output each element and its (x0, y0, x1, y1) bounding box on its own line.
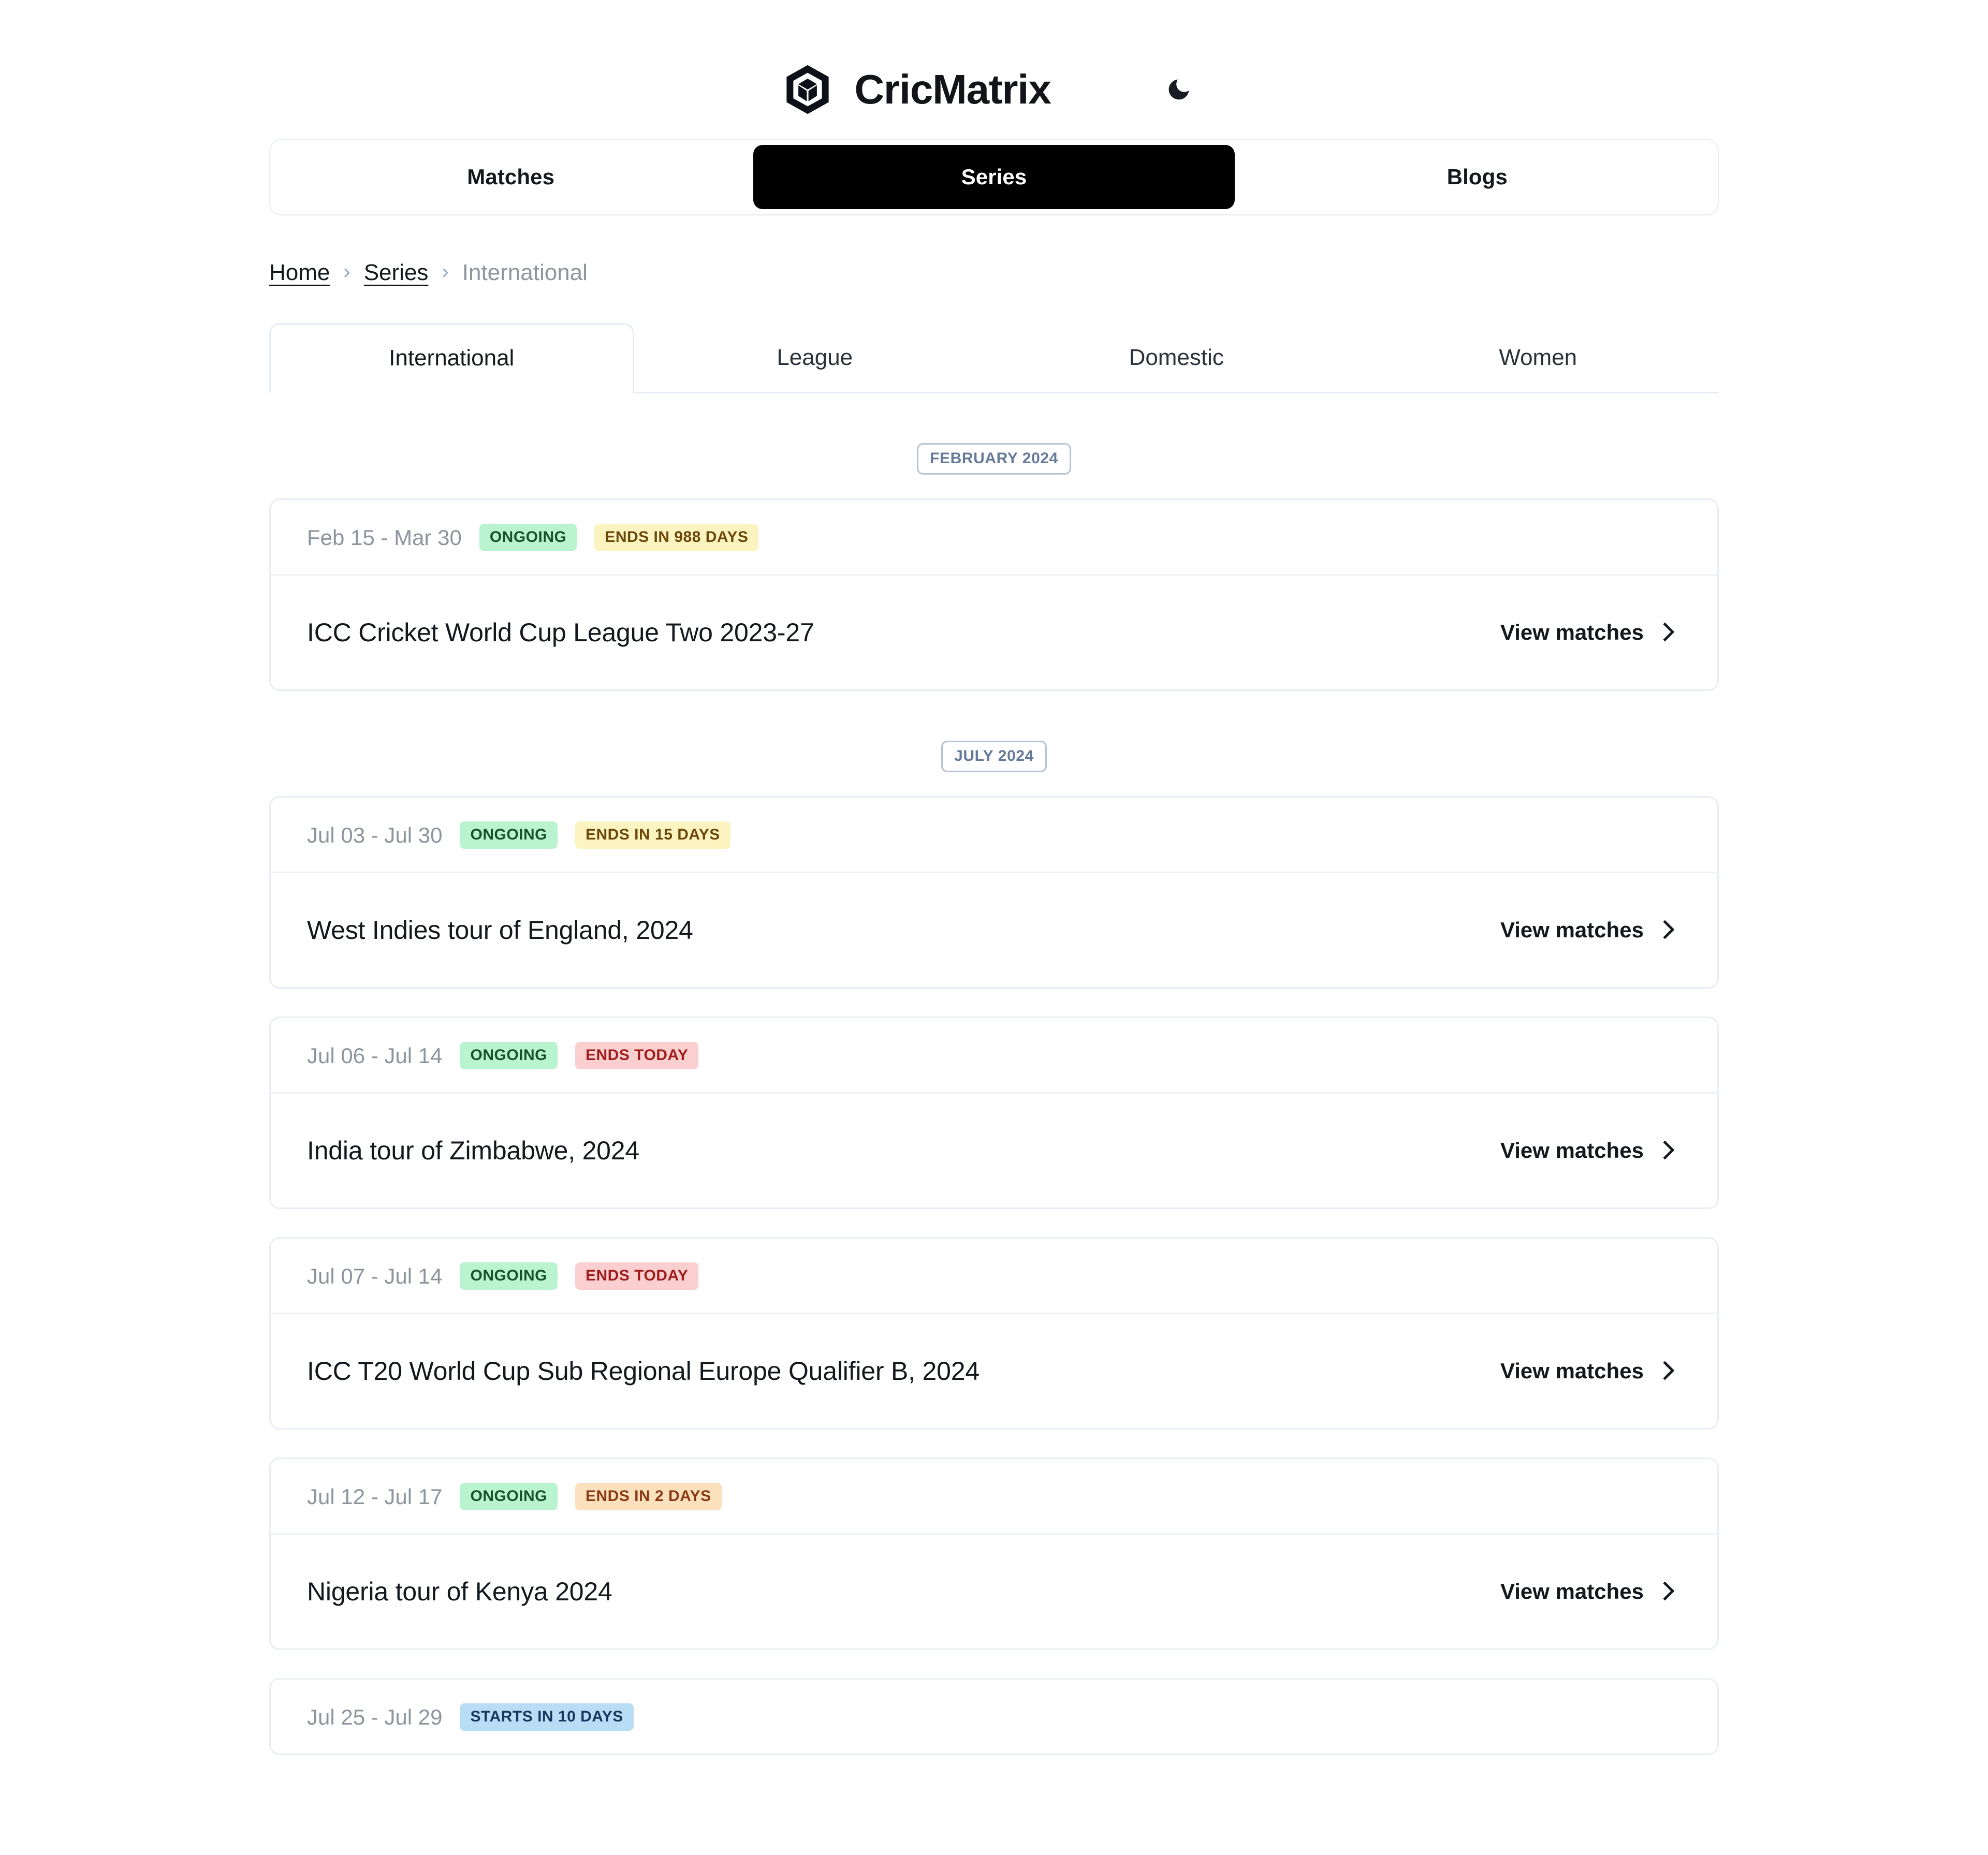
page-root: CricMatrix Matches Series Blogs Home › S… (0, 0, 1988, 1855)
view-matches-label: View matches (1500, 620, 1644, 644)
series-title: Nigeria tour of Kenya 2024 (307, 1577, 612, 1606)
series-date-range: Feb 15 - Mar 30 (307, 525, 462, 550)
series-card-header: Jul 06 - Jul 14 ONGOING ENDS TODAY (271, 1018, 1717, 1094)
site-header: CricMatrix (0, 0, 1988, 139)
cube-logo-icon (781, 63, 835, 116)
chevron-right-icon (1655, 1140, 1675, 1159)
series-card[interactable]: Jul 12 - Jul 17 ONGOING ENDS IN 2 DAYS Nige… (269, 1458, 1719, 1650)
status-badge: ENDS TODAY (575, 1262, 699, 1290)
series-date-range: Jul 25 - Jul 29 (307, 1704, 443, 1729)
series-card-body: West Indies tour of England, 2024 View ma… (271, 873, 1717, 987)
view-matches-button[interactable]: View matches (1500, 918, 1681, 943)
view-matches-label: View matches (1500, 1359, 1644, 1383)
status-badge: ENDS TODAY (575, 1042, 699, 1069)
series-card-body: ICC T20 World Cup Sub Regional Europe Qu… (271, 1314, 1717, 1428)
month-separator: JULY 2024 (269, 741, 1719, 772)
series-title: West Indies tour of England, 2024 (307, 916, 693, 945)
tab-domestic[interactable]: Domestic (996, 323, 1357, 392)
series-card[interactable]: Jul 03 - Jul 30 ONGOING ENDS IN 15 DAYS Wes… (269, 796, 1719, 989)
breadcrumb-item-home[interactable]: Home (269, 260, 330, 286)
status-badge: ONGOING (460, 1262, 558, 1290)
series-card[interactable]: Feb 15 - Mar 30 ONGOING ENDS IN 988 DAYS IC… (269, 498, 1719, 691)
series-card-header: Jul 03 - Jul 30 ONGOING ENDS IN 15 DAYS (271, 798, 1717, 873)
nav-tab-series[interactable]: Series (753, 145, 1235, 209)
series-card-header: Jul 07 - Jul 14 ONGOING ENDS TODAY (271, 1239, 1717, 1314)
series-card[interactable]: Jul 07 - Jul 14 ONGOING ENDS TODAY ICC T20 … (269, 1237, 1719, 1430)
breadcrumb-separator-icon: › (442, 260, 449, 283)
category-tabs: International League Domestic Women (269, 323, 1719, 393)
series-card-body: India tour of Zimbabwe, 2024 View matches (271, 1094, 1717, 1208)
status-badge: ENDS IN 988 DAYS (594, 524, 759, 551)
series-card-body: ICC Cricket World Cup League Two 2023-27… (271, 576, 1717, 689)
month-badge: FEBRUARY 2024 (917, 443, 1071, 475)
chevron-right-icon (1655, 622, 1675, 641)
breadcrumb-item-international: International (462, 260, 588, 285)
status-badge: ONGOING (460, 821, 558, 849)
series-card[interactable]: Jul 06 - Jul 14 ONGOING ENDS TODAY India to… (269, 1017, 1719, 1209)
tab-international[interactable]: International (269, 323, 634, 393)
chevron-right-icon (1655, 1361, 1675, 1380)
status-badge: ENDS IN 15 DAYS (575, 821, 730, 849)
brand[interactable]: CricMatrix (781, 63, 1051, 116)
month-badge: JULY 2024 (941, 741, 1047, 772)
series-title: ICC T20 World Cup Sub Regional Europe Qu… (307, 1357, 980, 1386)
primary-nav: Matches Series Blogs (269, 139, 1719, 215)
brand-name: CricMatrix (854, 66, 1051, 112)
moon-icon (1165, 76, 1192, 103)
series-card-body: Nigeria tour of Kenya 2024 View matches (271, 1535, 1717, 1648)
series-card[interactable]: Jul 25 - Jul 29 STARTS IN 10 DAYS (269, 1678, 1719, 1755)
month-separator: FEBRUARY 2024 (269, 443, 1719, 475)
breadcrumb-item-series[interactable]: Series (364, 260, 429, 286)
nav-tab-matches[interactable]: Matches (270, 140, 751, 214)
chevron-right-icon (1655, 920, 1675, 939)
view-matches-button[interactable]: View matches (1500, 1579, 1681, 1604)
series-card-header: Jul 12 - Jul 17 ONGOING ENDS IN 2 DAYS (271, 1459, 1717, 1535)
view-matches-button[interactable]: View matches (1500, 1138, 1681, 1163)
view-matches-label: View matches (1500, 918, 1644, 942)
status-badge: ONGOING (460, 1042, 558, 1069)
nav-tab-blogs[interactable]: Blogs (1237, 140, 1718, 214)
status-badge: ONGOING (479, 524, 577, 551)
status-badge: ENDS IN 2 DAYS (575, 1483, 722, 1510)
series-list: FEBRUARY 2024 Feb 15 - Mar 30 ONGOING ENDS … (269, 443, 1719, 1755)
tab-league[interactable]: League (634, 323, 996, 392)
chevron-right-icon (1655, 1581, 1675, 1600)
series-title: ICC Cricket World Cup League Two 2023-27 (307, 618, 814, 647)
status-badge: STARTS IN 10 DAYS (460, 1703, 634, 1731)
view-matches-button[interactable]: View matches (1500, 620, 1681, 645)
breadcrumb: Home › Series › International (269, 260, 1719, 286)
content-wrapper: Matches Series Blogs Home › Series › Int… (269, 139, 1719, 1755)
series-card-header: Feb 15 - Mar 30 ONGOING ENDS IN 988 DAYS (271, 500, 1717, 576)
theme-toggle-button[interactable] (1150, 61, 1207, 118)
series-date-range: Jul 07 - Jul 14 (307, 1263, 443, 1288)
view-matches-label: View matches (1500, 1579, 1644, 1603)
series-card-header: Jul 25 - Jul 29 STARTS IN 10 DAYS (271, 1680, 1717, 1754)
series-date-range: Jul 06 - Jul 14 (307, 1043, 443, 1068)
series-date-range: Jul 03 - Jul 30 (307, 822, 443, 847)
view-matches-button[interactable]: View matches (1500, 1359, 1681, 1383)
breadcrumb-separator-icon: › (343, 260, 350, 283)
series-title: India tour of Zimbabwe, 2024 (307, 1136, 640, 1165)
series-date-range: Jul 12 - Jul 17 (307, 1484, 443, 1509)
tab-women[interactable]: Women (1357, 323, 1719, 392)
status-badge: ONGOING (460, 1483, 558, 1510)
view-matches-label: View matches (1500, 1138, 1644, 1162)
